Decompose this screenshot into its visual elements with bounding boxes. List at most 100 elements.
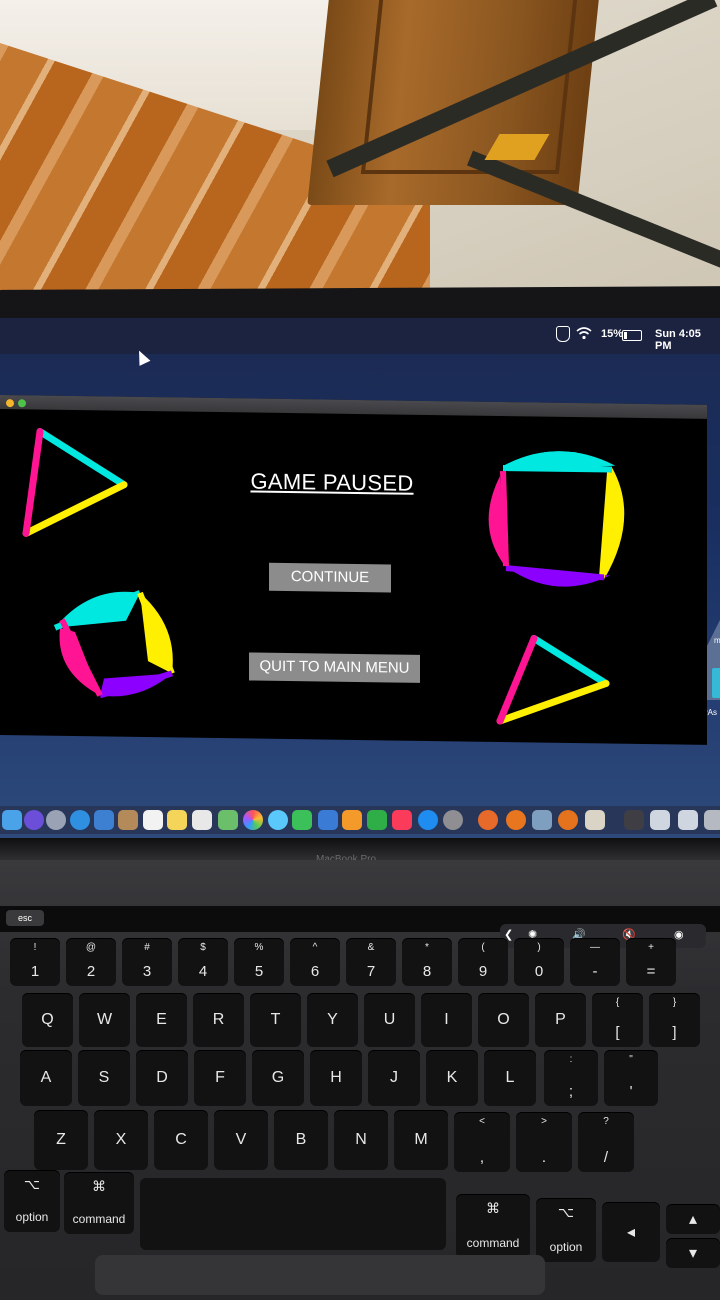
key-o[interactable]: O (478, 993, 529, 1047)
key-8-label: 8 (422, 963, 432, 980)
key-punct-label: ' (629, 1083, 633, 1100)
key-d[interactable]: D (136, 1050, 188, 1106)
option-key[interactable]: ⌥ option (4, 1170, 60, 1232)
reminders-icon[interactable] (192, 810, 212, 830)
minimize-window-button[interactable] (18, 399, 26, 408)
key-=[interactable]: + = (626, 938, 676, 986)
key-bracket-label: [ (615, 1024, 620, 1041)
key-y[interactable]: Y (307, 993, 358, 1047)
key-s[interactable]: S (78, 1050, 130, 1106)
key-k[interactable]: K (426, 1050, 478, 1106)
space-bar[interactable] (140, 1178, 446, 1250)
key-i[interactable]: I (421, 993, 472, 1047)
app-icon[interactable] (532, 810, 552, 830)
key-b[interactable]: B (274, 1110, 328, 1170)
launchpad-icon[interactable] (46, 810, 66, 830)
close-window-button[interactable] (6, 399, 14, 408)
preview-icon[interactable] (585, 810, 605, 830)
photos-icon[interactable] (243, 810, 263, 830)
music-icon[interactable] (392, 810, 412, 830)
keynote-icon[interactable] (318, 810, 338, 830)
trash-icon[interactable] (704, 810, 720, 830)
key-c[interactable]: C (154, 1110, 208, 1170)
key-bracket[interactable]: {[ (592, 993, 643, 1047)
key-1-label: ! (33, 942, 37, 953)
wifi-icon[interactable] (576, 326, 592, 340)
key-5[interactable]: % 5 (234, 938, 284, 986)
key-u[interactable]: U (364, 993, 415, 1047)
arrow-up-key[interactable]: ▴ (666, 1204, 720, 1234)
key-n[interactable]: N (334, 1110, 388, 1170)
key-r[interactable]: R (193, 993, 244, 1047)
key-1[interactable]: ! 1 (10, 938, 60, 986)
option-key[interactable]: ⌥ option (536, 1198, 596, 1262)
app-icon[interactable] (558, 810, 578, 830)
pages-icon[interactable] (342, 810, 362, 830)
key-8[interactable]: * 8 (402, 938, 452, 986)
key-9[interactable]: (9 (458, 938, 508, 986)
key-e[interactable]: E (136, 993, 187, 1047)
key--[interactable]: — - (570, 938, 620, 986)
folder-icon[interactable] (678, 810, 698, 830)
key-4[interactable]: $4 (178, 938, 228, 986)
calendar-icon[interactable] (143, 810, 163, 830)
menu-clock[interactable]: Sun 4:05 PM (655, 328, 720, 352)
key-q[interactable]: Q (22, 993, 73, 1047)
messages-icon[interactable] (268, 810, 288, 830)
key-6[interactable]: ^ 6 (290, 938, 340, 986)
key-3[interactable]: #3 (122, 938, 172, 986)
numbers-icon[interactable] (367, 810, 387, 830)
key-v[interactable]: V (214, 1110, 268, 1170)
app-icon[interactable] (478, 810, 498, 830)
arrow-down-key[interactable]: ▾ (666, 1238, 720, 1268)
key-j[interactable]: J (368, 1050, 420, 1106)
key-t[interactable]: T (250, 993, 301, 1047)
system-preferences-icon[interactable] (443, 810, 463, 830)
finder-icon[interactable] (2, 810, 22, 830)
key-g[interactable]: G (252, 1050, 304, 1106)
arrow-left-key[interactable]: ◂ (602, 1202, 660, 1262)
key-a[interactable]: A (20, 1050, 72, 1106)
facetime-icon[interactable] (292, 810, 312, 830)
key-z[interactable]: Z (34, 1110, 88, 1170)
key-2[interactable]: @2 (66, 938, 116, 986)
app-icon[interactable] (506, 810, 526, 830)
command-key[interactable]: ⌘ command (64, 1172, 134, 1234)
battery-icon[interactable] (622, 330, 642, 341)
esc-key[interactable]: esc (6, 910, 44, 926)
command-key[interactable]: ⌘ command (456, 1194, 530, 1258)
key-m[interactable]: M (394, 1110, 448, 1170)
circle-square-icon (488, 451, 625, 587)
siri-icon[interactable] (24, 810, 44, 830)
key-7[interactable]: & 7 (346, 938, 396, 986)
key-u-label: U (383, 1011, 396, 1028)
key-x[interactable]: X (94, 1110, 148, 1170)
notes-icon[interactable] (167, 810, 187, 830)
key-l[interactable]: L (484, 1050, 536, 1106)
key-2-label: 2 (86, 963, 96, 980)
key-f[interactable]: F (194, 1050, 246, 1106)
desktop-file-icon[interactable] (712, 668, 720, 698)
key-0[interactable]: ) 0 (514, 938, 564, 986)
key-bracket[interactable]: }] (649, 993, 700, 1047)
key-h[interactable]: H (310, 1050, 362, 1106)
key-punct[interactable]: ? / (578, 1112, 634, 1172)
key-punct[interactable]: :; (544, 1050, 598, 1106)
app-store-icon[interactable] (418, 810, 438, 830)
key-punct[interactable]: >. (516, 1112, 572, 1172)
key-punct[interactable]: " ' (604, 1050, 658, 1106)
key-p[interactable]: P (535, 993, 586, 1047)
quit-to-main-menu-button[interactable]: QUIT TO MAIN MENU (249, 652, 420, 683)
key-w[interactable]: W (79, 993, 130, 1047)
maps-icon[interactable] (218, 810, 238, 830)
contacts-icon[interactable] (118, 810, 138, 830)
safari-icon[interactable] (70, 810, 90, 830)
shield-icon[interactable] (556, 326, 570, 342)
trackpad[interactable] (95, 1255, 545, 1295)
key-punct[interactable]: <, (454, 1112, 510, 1172)
folder-icon[interactable] (650, 810, 670, 830)
folder-icon[interactable] (624, 810, 644, 830)
mail-icon[interactable] (94, 810, 114, 830)
continue-button[interactable]: CONTINUE (269, 562, 391, 593)
siri-icon[interactable]: ◉ (674, 928, 684, 941)
